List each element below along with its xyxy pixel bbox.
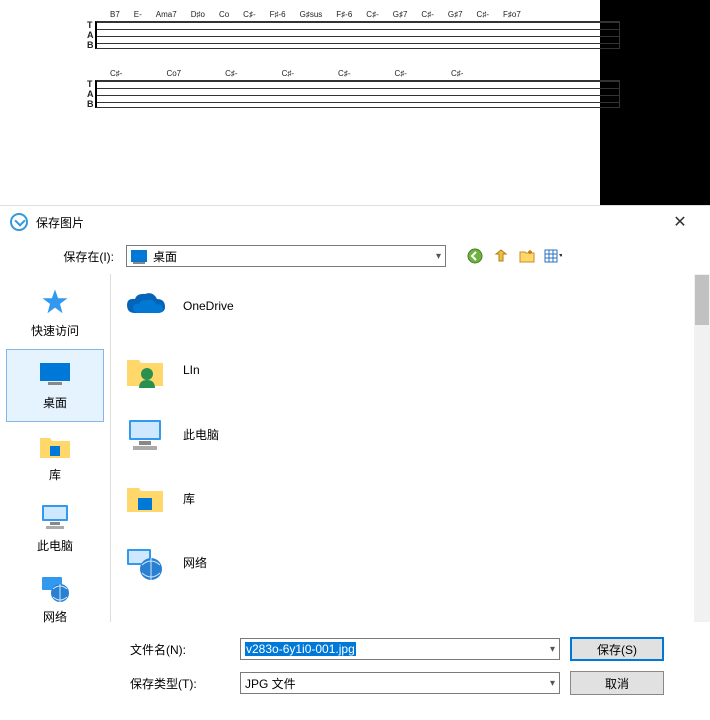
back-icon[interactable] <box>466 247 484 265</box>
folder-icon <box>35 430 75 462</box>
file-list[interactable]: OneDrive LIn 此电脑 库 网络 <box>110 274 710 622</box>
location-combo[interactable]: 桌面 ▾ <box>126 245 446 267</box>
new-folder-icon[interactable] <box>518 247 536 265</box>
network-icon <box>123 540 167 584</box>
sidebar-item-this-pc[interactable]: 此电脑 <box>0 493 110 564</box>
onedrive-icon <box>123 284 167 328</box>
titlebar: 保存图片 ✕ <box>0 206 710 238</box>
sidebar-item-label: 此电脑 <box>37 537 73 554</box>
dialog-bottom: 文件名(N): v283o-6y1i0-001.jpg ▾ 保存(S) 保存类型… <box>0 622 710 710</box>
sidebar-item-desktop[interactable]: 桌面 <box>6 349 104 422</box>
filename-value: v283o-6y1i0-001.jpg <box>245 642 356 656</box>
save-button[interactable]: 保存(S) <box>570 637 664 661</box>
background-document: B7E-Ama7D♯oCoC♯-F♯-6G♯susF♯-6C♯-G♯7C♯-G♯… <box>0 0 710 205</box>
location-bar: 保存在(I): 桌面 ▾ <box>0 238 710 274</box>
sidebar-item-label: 库 <box>49 466 61 483</box>
list-item[interactable]: 库 <box>111 466 710 530</box>
desktop-icon <box>35 358 75 390</box>
list-item[interactable]: 此电脑 <box>111 402 710 466</box>
chord-row-2: C♯-Co7C♯-C♯-C♯-C♯-C♯- <box>110 69 620 78</box>
chevron-down-icon: ▾ <box>436 251 441 262</box>
file-label: 网络 <box>183 554 207 571</box>
filename-label: 文件名(N): <box>130 641 230 658</box>
filetype-value: JPG 文件 <box>245 675 296 692</box>
view-menu-icon[interactable] <box>544 247 562 265</box>
file-label: OneDrive <box>183 299 234 313</box>
file-label: 库 <box>183 490 195 507</box>
chevron-down-icon[interactable]: ▾ <box>550 644 555 655</box>
filetype-combo[interactable]: JPG 文件 ▾ <box>240 672 560 694</box>
desktop-icon <box>131 250 147 262</box>
chevron-down-icon[interactable]: ▾ <box>550 678 555 689</box>
up-icon[interactable] <box>492 247 510 265</box>
places-sidebar: 快速访问 桌面 库 此电脑 网络 <box>0 274 110 622</box>
location-text: 桌面 <box>153 248 436 265</box>
sidebar-item-quick-access[interactable]: 快速访问 <box>0 278 110 349</box>
list-item[interactable]: LIn <box>111 338 710 402</box>
file-label: LIn <box>183 363 200 377</box>
scrollbar[interactable] <box>694 274 710 622</box>
cancel-button[interactable]: 取消 <box>570 671 664 695</box>
chord-row-1: B7E-Ama7D♯oCoC♯-F♯-6G♯susF♯-6C♯-G♯7C♯-G♯… <box>110 10 620 19</box>
list-item[interactable]: OneDrive <box>111 274 710 338</box>
dialog-title: 保存图片 <box>36 214 660 231</box>
filetype-label: 保存类型(T): <box>130 675 230 692</box>
star-icon <box>35 286 75 318</box>
pc-icon <box>35 501 75 533</box>
save-dialog: 保存图片 ✕ 保存在(I): 桌面 ▾ 快速访问 桌面 <box>0 205 710 720</box>
save-in-label: 保存在(I): <box>40 248 120 265</box>
sidebar-item-libraries[interactable]: 库 <box>0 422 110 493</box>
user-folder-icon <box>123 348 167 392</box>
filename-input[interactable]: v283o-6y1i0-001.jpg ▾ <box>240 638 560 660</box>
sidebar-item-network[interactable]: 网络 <box>0 564 110 635</box>
list-item[interactable]: 网络 <box>111 530 710 594</box>
file-label: 此电脑 <box>183 426 219 443</box>
sidebar-item-label: 桌面 <box>43 394 67 411</box>
app-icon <box>10 213 28 231</box>
globe-icon <box>35 572 75 604</box>
sidebar-item-label: 网络 <box>43 608 67 625</box>
pc-icon <box>123 412 167 456</box>
sidebar-item-label: 快速访问 <box>31 322 79 339</box>
close-button[interactable]: ✕ <box>660 212 700 232</box>
libraries-folder-icon <box>123 476 167 520</box>
